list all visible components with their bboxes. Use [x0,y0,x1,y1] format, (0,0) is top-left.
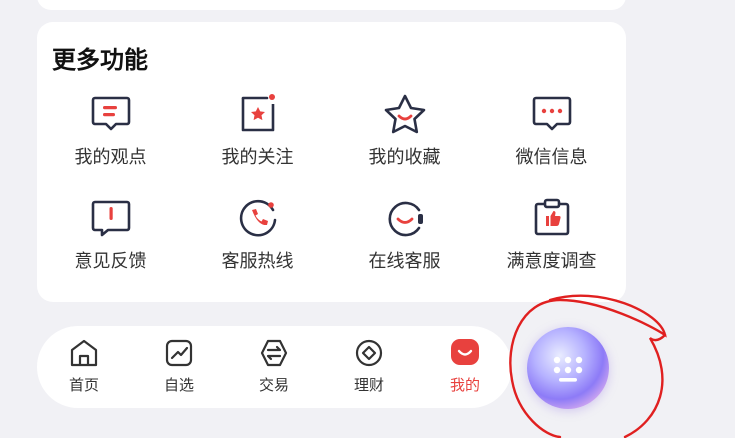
annotation-circle [509,294,667,438]
